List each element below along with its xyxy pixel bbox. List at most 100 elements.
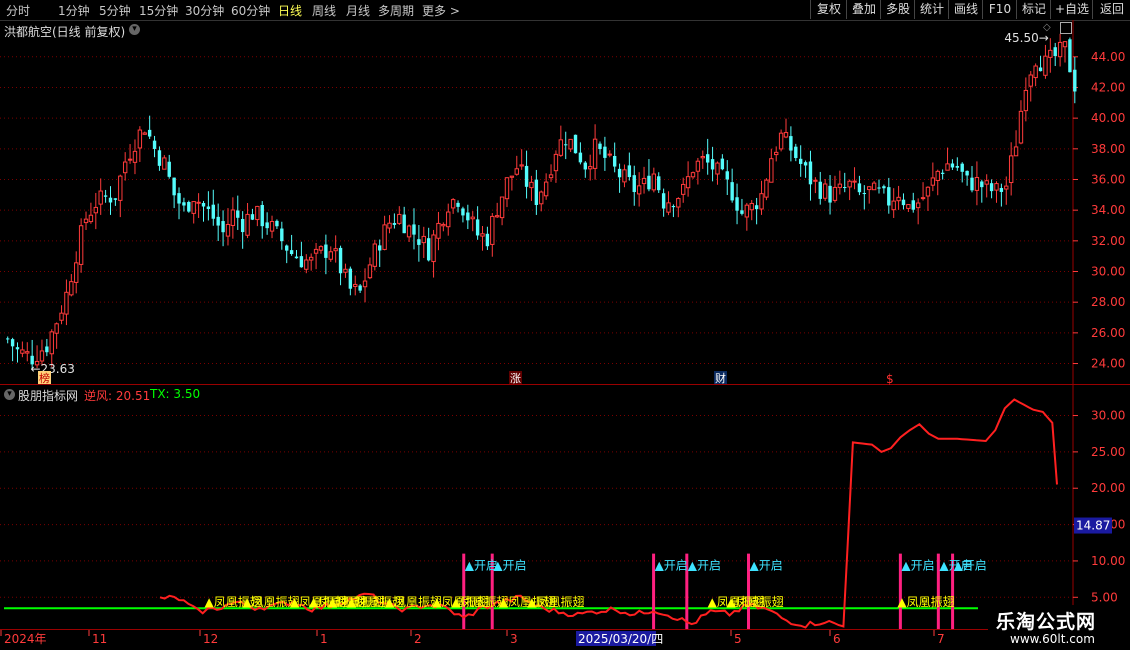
candle-body	[201, 202, 206, 207]
candle-body	[1018, 110, 1024, 144]
candle-body	[372, 243, 378, 267]
diamond-icon[interactable]: ◇	[1043, 22, 1051, 33]
candle-body	[671, 205, 676, 208]
low-price-label: ←23.63	[30, 362, 74, 376]
candle-body	[250, 214, 255, 220]
marker-bang: 榜	[38, 371, 51, 385]
period-multi[interactable]: 多周期	[378, 2, 414, 19]
candle-body	[490, 215, 495, 245]
candle-body	[514, 168, 519, 175]
candle-body	[446, 211, 451, 228]
candle-body	[925, 186, 931, 197]
candle-body	[382, 224, 387, 250]
date-label: 2	[414, 632, 422, 646]
price-tick-label: 40.00	[1091, 111, 1125, 125]
candle-body	[657, 176, 661, 191]
watermark-title: 乐淘公式网	[996, 611, 1097, 633]
multi-stock-button[interactable]: 多股	[880, 0, 915, 19]
candle-body	[598, 143, 602, 150]
back-button[interactable]: 返回	[1092, 0, 1130, 19]
indicator-tick-label: 25.00	[1091, 445, 1125, 459]
candle-body	[127, 158, 133, 161]
mark-button[interactable]: 标记	[1016, 0, 1051, 19]
candle-body	[813, 179, 818, 182]
fuquan-button[interactable]: 复权	[810, 0, 847, 19]
candle-body	[822, 183, 828, 199]
add-favorite-button[interactable]: +自选	[1050, 0, 1093, 19]
watermark: 乐淘公式网 www.60lt.com	[988, 605, 1130, 650]
candle-body	[730, 182, 734, 201]
candle-body	[20, 349, 25, 354]
date-label: 5	[734, 632, 742, 646]
candle-body	[392, 223, 397, 225]
price-tick-label: 24.00	[1091, 357, 1125, 371]
candle-body	[485, 233, 490, 247]
candle-body	[877, 187, 881, 189]
candle-body	[152, 140, 157, 149]
candle-body	[583, 162, 588, 170]
candle-body	[627, 165, 632, 178]
period-daily[interactable]: 日线	[278, 2, 302, 19]
period-more[interactable]: 更多 >	[422, 2, 460, 19]
period-30min[interactable]: 30分钟	[185, 2, 224, 19]
nifeng-line	[159, 398, 1058, 629]
candle-body	[211, 204, 215, 219]
period-5min[interactable]: 5分钟	[99, 2, 131, 19]
candle-body	[98, 190, 103, 205]
candle-body	[695, 160, 701, 172]
f10-button[interactable]: F10	[982, 0, 1017, 19]
marker-text: 财	[715, 371, 726, 385]
period-fenshi[interactable]: 分时	[6, 2, 30, 19]
candle-body	[132, 150, 138, 163]
candle-body	[887, 187, 891, 206]
candle-body	[720, 158, 725, 170]
candle-body	[740, 210, 744, 214]
candle-body	[147, 129, 152, 137]
candle-body	[54, 323, 59, 334]
candle-body	[1004, 185, 1009, 190]
chevron-down-icon[interactable]: ▾	[4, 389, 15, 400]
candle-body	[794, 146, 798, 159]
candle-body	[108, 197, 113, 203]
period-weekly[interactable]: 周线	[312, 2, 336, 19]
date-label: 12	[203, 632, 218, 646]
draw-line-button[interactable]: 画线	[948, 0, 983, 19]
open-signal: ▲开启	[954, 559, 987, 573]
candle-body	[632, 175, 636, 193]
candle-body	[832, 186, 838, 201]
candle-body	[275, 220, 279, 227]
candle-body	[461, 208, 465, 216]
chevron-down-icon[interactable]: ▾	[129, 24, 140, 35]
candle-body	[25, 351, 30, 354]
statistics-button[interactable]: 统计	[914, 0, 949, 19]
candle-body	[421, 235, 426, 244]
period-15min[interactable]: 15分钟	[139, 2, 178, 19]
candle-body	[970, 177, 974, 191]
indicator-title: 股朋指标网	[18, 389, 79, 403]
candle-body	[367, 264, 373, 279]
candle-body	[187, 202, 191, 212]
date-label: 1	[320, 632, 328, 646]
overlay-button[interactable]: 叠加	[846, 0, 881, 19]
period-60min[interactable]: 60分钟	[231, 2, 270, 19]
period-1min[interactable]: 1分钟	[58, 2, 90, 19]
candle-body	[426, 238, 431, 261]
candle-body	[358, 285, 362, 291]
marker-text: 涨	[510, 372, 521, 385]
candle-body	[466, 212, 470, 221]
candle-body	[431, 234, 436, 263]
candle-body	[984, 180, 989, 185]
candle-body	[285, 245, 289, 251]
price-tick-label: 44.00	[1091, 50, 1125, 64]
candle-body	[74, 262, 79, 283]
candle-body	[240, 218, 245, 233]
candle-body	[450, 199, 456, 209]
window-toggle-icon[interactable]	[1060, 22, 1072, 34]
candle-body	[857, 183, 862, 193]
candle-body	[852, 180, 857, 183]
candle-body	[803, 162, 808, 166]
candle-body	[49, 331, 54, 355]
candle-body	[436, 222, 441, 239]
period-monthly[interactable]: 月线	[346, 2, 370, 19]
date-axis: 2024年 11 12 1 2 3 2025/03/20/四 5 6 7	[0, 630, 945, 646]
